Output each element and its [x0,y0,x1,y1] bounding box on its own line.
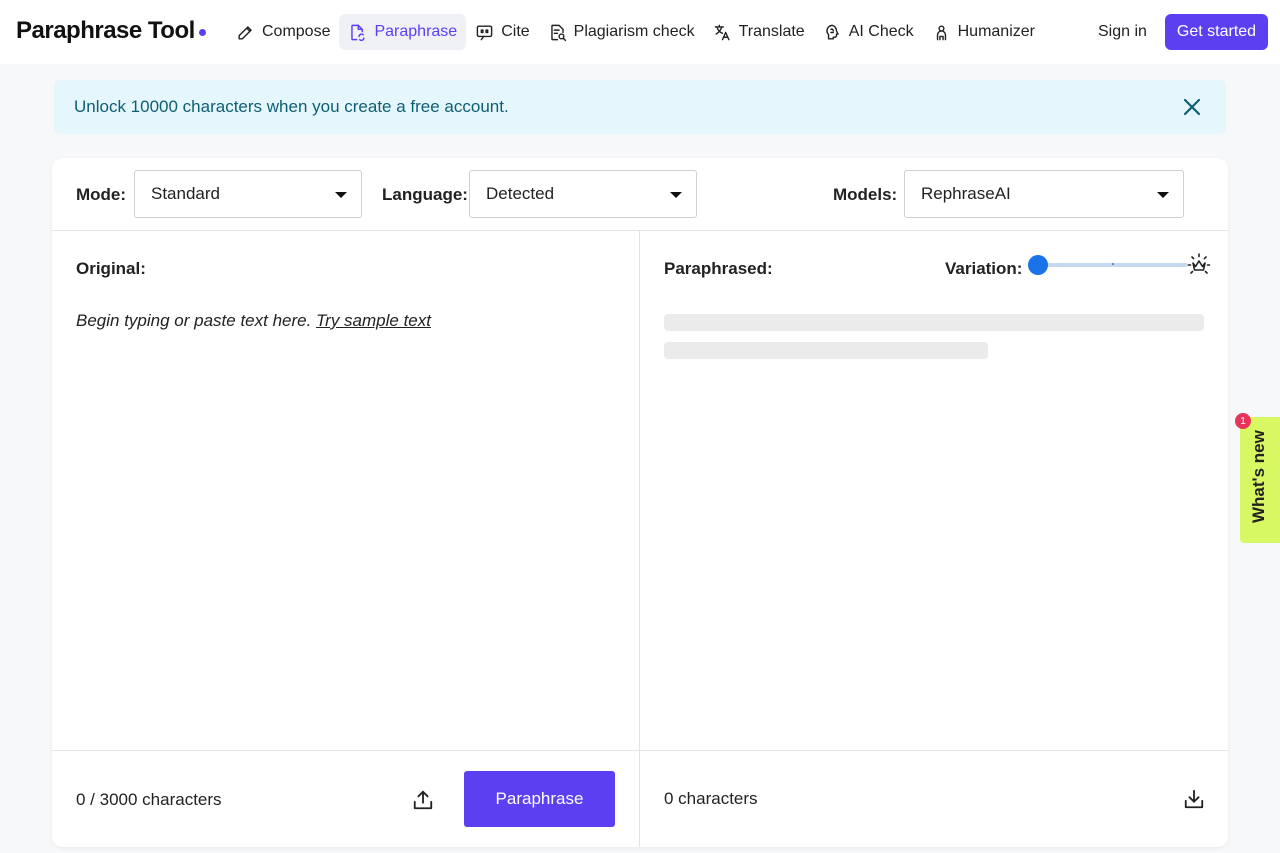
nav-ai-check-label: AI Check [848,23,914,40]
paraphrased-char-count: 0 characters [664,789,758,808]
brand-logo[interactable]: Paraphrase Tool [16,17,206,45]
variation-slider-tick [1112,263,1114,265]
mode-select[interactable]: Standard [134,170,362,218]
nav-humanizer-label: Humanizer [957,23,1035,40]
crown-icon[interactable] [1186,252,1212,278]
brain-icon [825,24,839,40]
doc-search-icon [550,24,566,41]
get-started-button[interactable]: Get started [1165,14,1268,50]
nav-plagiarism-check[interactable]: Plagiarism check [539,14,704,50]
variation-slider-thumb[interactable] [1028,255,1048,275]
paraphrase-card: Mode: Standard Language: Detected Models… [52,158,1228,847]
nav-ai-check[interactable]: AI Check [814,14,923,50]
nav-compose[interactable]: Compose [227,14,339,50]
chevron-down-icon [335,192,347,198]
nav-compose-label: Compose [262,23,331,40]
nav-translate[interactable]: Translate [704,14,814,50]
paraphrased-label: Paraphrased: [664,259,773,278]
language-label: Language: [382,185,468,204]
loading-skeleton-line [664,342,988,359]
signup-banner: Unlock 10000 characters when you create … [54,80,1226,134]
chevron-down-icon [670,192,682,198]
close-icon[interactable] [1180,95,1204,119]
nav-humanizer[interactable]: Humanizer [923,14,1044,50]
variation-label: Variation: [945,259,1023,278]
mode-value: Standard [151,184,220,203]
translate-icon [714,24,730,40]
top-header: Paraphrase Tool Compose Paraphrase Cite [0,0,1280,64]
sign-in-link[interactable]: Sign in [1086,14,1159,50]
original-char-count: 0 / 3000 characters [76,790,222,809]
nav-translate-label: Translate [738,23,805,40]
nav-cite-label: Cite [501,23,530,40]
brand-name[interactable]: Paraphrase Tool [16,17,195,45]
notification-badge: 1 [1235,413,1251,429]
language-value: Detected [486,184,555,203]
pencil-icon [238,25,252,40]
brand-dot [198,28,206,36]
nav-paraphrase-label: Paraphrase [374,23,458,40]
main-nav: Compose Paraphrase Cite Plagiarism check [227,14,1044,50]
doc-cycle-icon [351,24,366,41]
person-icon [936,24,946,40]
loading-skeleton-line [664,314,1204,331]
paraphrase-button[interactable]: Paraphrase [464,771,615,827]
chevron-down-icon [1157,192,1169,198]
nav-paraphrase[interactable]: Paraphrase [339,14,467,50]
whats-new-label[interactable]: What's new [1249,430,1269,523]
options-toolbar: Mode: Standard Language: Detected Models… [52,158,1228,231]
card-footer: 0 / 3000 characters Paraphrase 0 charact… [52,750,1228,847]
language-select[interactable]: Detected [469,170,697,218]
original-label: Original: [76,259,146,278]
quote-icon [476,24,493,40]
original-text-input[interactable]: Begin typing or paste text here. Try sam… [76,311,431,331]
mode-label: Mode: [76,185,127,204]
models-select[interactable]: RephraseAI [904,170,1184,218]
banner-text: Unlock 10000 characters when you create … [74,97,509,116]
upload-icon[interactable] [412,789,434,811]
download-icon[interactable] [1183,788,1205,810]
try-sample-text-link[interactable]: Try sample text [316,311,431,330]
models-value: RephraseAI [921,184,1011,203]
models-label: Models: [833,185,898,204]
input-placeholder: Begin typing or paste text here. [76,311,312,330]
nav-plagiarism-label: Plagiarism check [573,23,695,40]
nav-cite[interactable]: Cite [466,14,538,50]
